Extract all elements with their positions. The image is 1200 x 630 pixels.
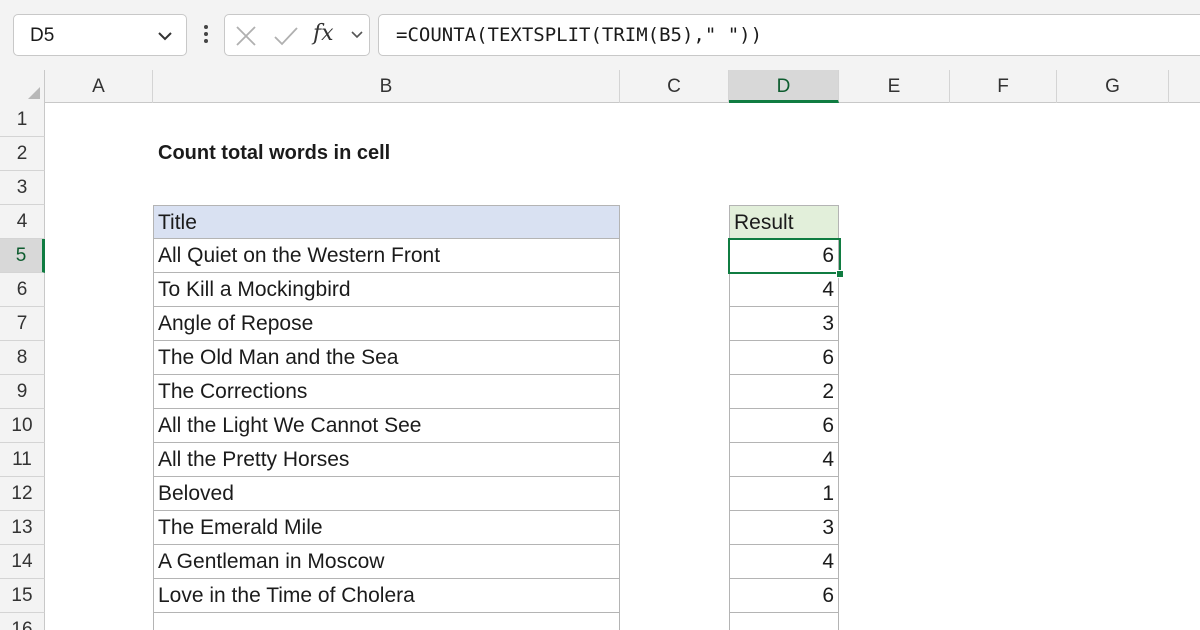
table-row-title[interactable]: To Kill a Mockingbird — [153, 273, 620, 307]
table-row-title-partial[interactable] — [153, 613, 620, 630]
row-header-11[interactable]: 11 — [0, 443, 45, 477]
row-header-6[interactable]: 6 — [0, 273, 45, 307]
row-header-7[interactable]: 7 — [0, 307, 45, 341]
fill-handle[interactable] — [836, 270, 844, 278]
table-row-title[interactable]: Love in the Time of Cholera — [153, 579, 620, 613]
row-header-5[interactable]: 5 — [0, 239, 45, 273]
table-row-result[interactable]: 1 — [729, 477, 839, 511]
table-row-title[interactable]: All the Light We Cannot See — [153, 409, 620, 443]
table-row-result[interactable]: 4 — [729, 273, 839, 307]
column-header-e[interactable]: E — [839, 70, 950, 103]
row-header-2[interactable]: 2 — [0, 137, 45, 171]
column-header-a[interactable]: A — [45, 70, 153, 103]
table-row-result-partial[interactable] — [729, 613, 839, 630]
table-row-result[interactable]: 3 — [729, 307, 839, 341]
result-column-header[interactable]: Result — [729, 205, 839, 239]
table-row-result[interactable]: 2 — [729, 375, 839, 409]
spreadsheet-grid: A B C D E F G 1 2 3 4 5 6 7 8 9 10 11 12 13 14 15 16 Count tota… — [0, 70, 1200, 630]
name-box-value: D5 — [30, 25, 55, 46]
title-column-header[interactable]: Title — [153, 205, 620, 239]
select-all-button[interactable] — [0, 70, 45, 103]
name-box[interactable]: D5 — [13, 14, 187, 56]
table-row-result[interactable]: 4 — [729, 545, 839, 579]
cancel-icon[interactable] — [235, 25, 257, 47]
column-header-b[interactable]: B — [153, 70, 620, 103]
column-header-f[interactable]: F — [950, 70, 1057, 103]
row-header-3[interactable]: 3 — [0, 171, 45, 205]
chevron-down-icon[interactable] — [349, 27, 365, 43]
table-row-result[interactable]: 3 — [729, 511, 839, 545]
row-header-16[interactable]: 16 — [0, 613, 45, 630]
row-header-9[interactable]: 9 — [0, 375, 45, 409]
table-row-title[interactable]: Beloved — [153, 477, 620, 511]
row-header-4[interactable]: 4 — [0, 205, 45, 239]
table-row-title[interactable]: All Quiet on the Western Front — [153, 239, 620, 273]
more-options-icon[interactable] — [200, 23, 212, 47]
chevron-down-icon[interactable] — [156, 27, 174, 45]
insert-function-icon[interactable]: fx — [313, 21, 334, 46]
formula-actions: fx — [224, 14, 370, 56]
column-header-c[interactable]: C — [620, 70, 729, 103]
row-header-15[interactable]: 15 — [0, 579, 45, 613]
row-header-10[interactable]: 10 — [0, 409, 45, 443]
column-header-d[interactable]: D — [729, 70, 839, 103]
row-header-8[interactable]: 8 — [0, 341, 45, 375]
table-row-result[interactable]: 6 — [729, 579, 839, 613]
row-header-13[interactable]: 13 — [0, 511, 45, 545]
table-row-result[interactable]: 6 — [729, 409, 839, 443]
table-row-result[interactable]: 4 — [729, 443, 839, 477]
row-header-12[interactable]: 12 — [0, 477, 45, 511]
formula-bar: D5 fx =COUNTA(TEXTSPLIT(TRIM(B5)," ")) — [0, 0, 1200, 70]
table-row-title[interactable]: The Emerald Mile — [153, 511, 620, 545]
column-header-g[interactable]: G — [1057, 70, 1169, 103]
sheet-title[interactable]: Count total words in cell — [153, 137, 620, 171]
row-header-1[interactable]: 1 — [0, 103, 45, 137]
table-row-title[interactable]: A Gentleman in Moscow — [153, 545, 620, 579]
enter-check-icon[interactable] — [273, 25, 299, 47]
table-row-title[interactable]: All the Pretty Horses — [153, 443, 620, 477]
formula-input[interactable]: =COUNTA(TEXTSPLIT(TRIM(B5)," ")) — [378, 14, 1200, 56]
active-cell-border — [728, 238, 841, 274]
table-row-title[interactable]: Angle of Repose — [153, 307, 620, 341]
table-row-result[interactable]: 6 — [729, 341, 839, 375]
table-row-title[interactable]: The Old Man and the Sea — [153, 341, 620, 375]
row-header-14[interactable]: 14 — [0, 545, 45, 579]
table-row-title[interactable]: The Corrections — [153, 375, 620, 409]
formula-text: =COUNTA(TEXTSPLIT(TRIM(B5)," ")) — [396, 24, 763, 46]
